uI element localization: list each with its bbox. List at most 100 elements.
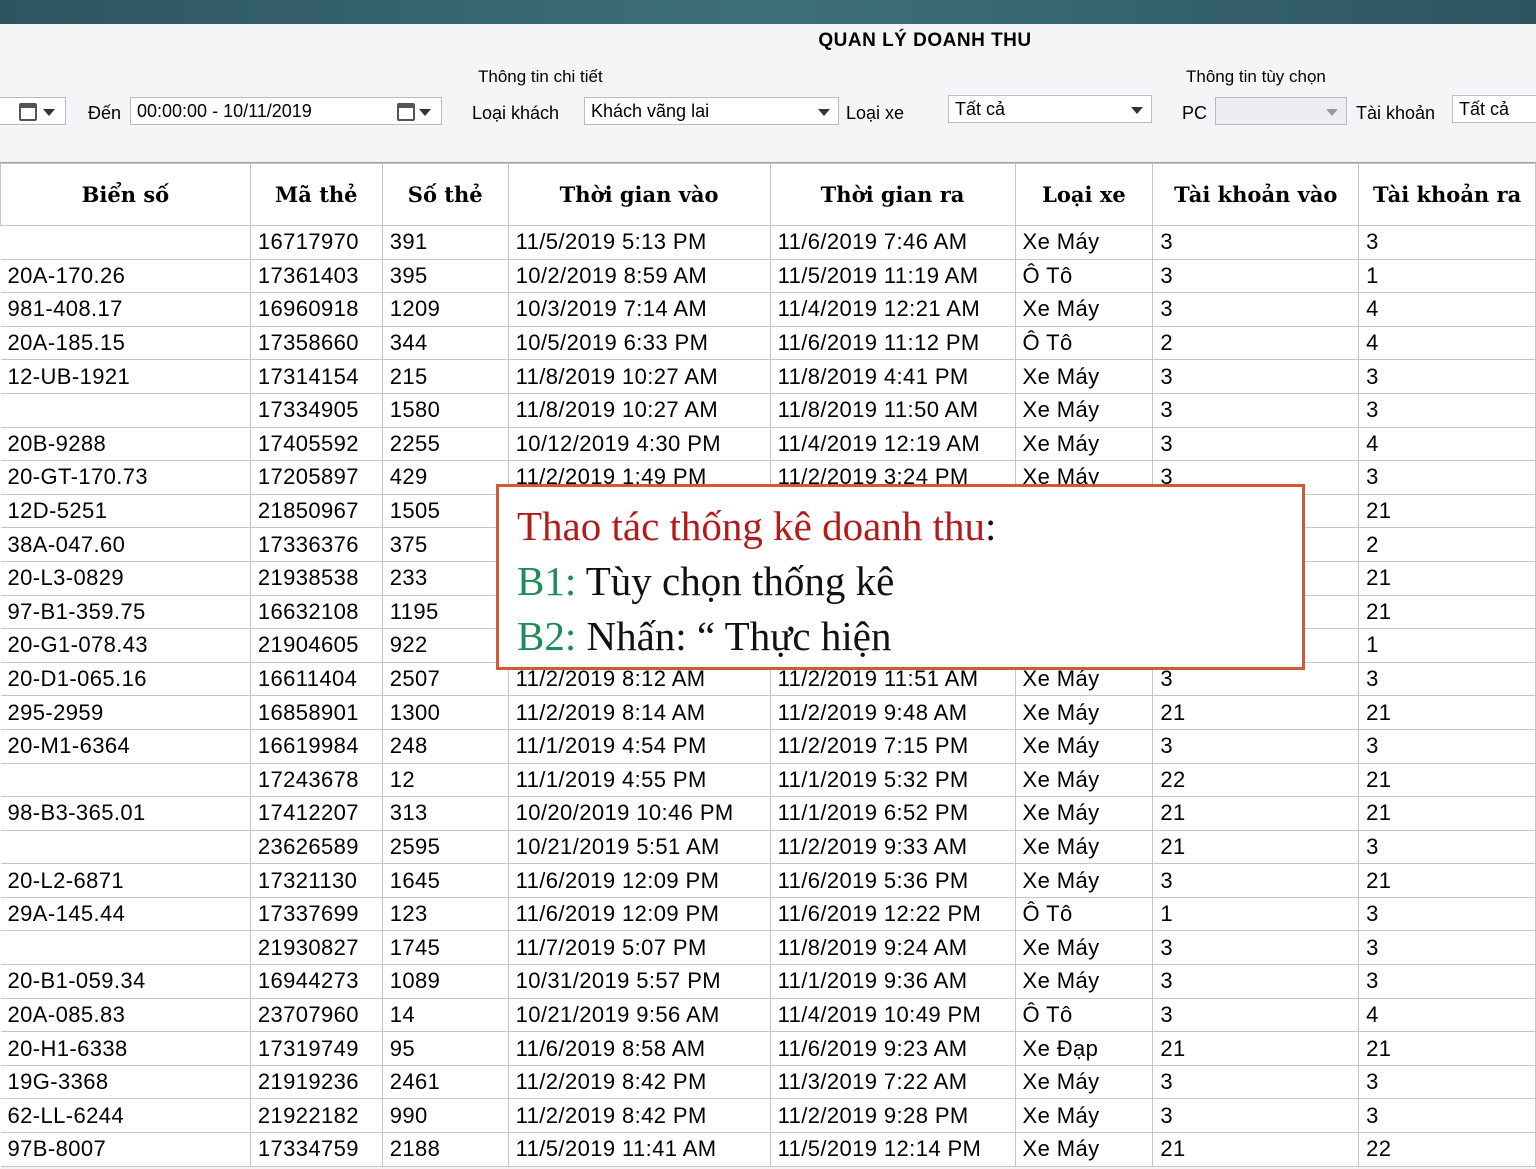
table-cell: 313 — [381, 796, 509, 831]
table-row[interactable]: 21930827 1745 11/7/2019 5:07 PM 11/8/2019 9… — [0, 930, 1536, 966]
table-row[interactable]: 20A-170.26 17361403 395 10/2/2019 8:59 AM 11… — [0, 258, 1536, 294]
table-cell: 11/1/2019 4:55 PM — [507, 762, 771, 798]
table-row[interactable]: 62-LL-6244 21922182 990 11/2/2019 8:42 PM 11… — [0, 1098, 1536, 1134]
table-cell: 344 — [381, 325, 509, 361]
table-cell: 11/5/2019 11:19 AM — [769, 258, 1016, 294]
account-select[interactable]: Tất cả — [1452, 95, 1536, 123]
table-cell: 20-L2-6871 — [0, 863, 251, 898]
table-cell: 981-408.17 — [0, 292, 251, 327]
table-row[interactable]: 295-2959 16858901 1300 11/2/2019 8:14 AM 11/… — [0, 695, 1536, 730]
table-cell: 12 — [381, 762, 509, 798]
to-date-picker[interactable]: 00:00:00 - 10/11/2019 — [130, 97, 442, 125]
table-cell: 1645 — [381, 863, 509, 898]
table-cell: 11/1/2019 4:54 PM — [507, 728, 771, 764]
chevron-down-icon — [818, 109, 830, 116]
table-row[interactable]: 12-UB-1921 17314154 215 11/8/2019 10:27 AM 1… — [0, 359, 1536, 394]
table-cell: 10/12/2019 4:30 PM — [507, 426, 771, 462]
column-header[interactable]: Loại xe — [1014, 163, 1154, 226]
table-cell: 1089 — [381, 964, 509, 999]
table-cell: 1 — [1358, 258, 1536, 294]
table-cell: 11/6/2019 12:09 PM — [507, 863, 771, 898]
table-cell: Xe Máy — [1014, 359, 1154, 394]
chevron-down-icon — [419, 109, 431, 116]
table-cell: 16858901 — [249, 695, 383, 730]
table-row[interactable]: 17334905 1580 11/8/2019 10:27 AM 11/8/2019 … — [0, 392, 1536, 428]
table-cell: 21922182 — [249, 1098, 383, 1134]
pc-select[interactable] — [1215, 97, 1347, 125]
table-row[interactable]: 97B-8007 17334759 2188 11/5/2019 11:41 AM 11… — [0, 1132, 1536, 1167]
table-cell: 11/1/2019 5:32 PM — [769, 762, 1016, 798]
table-row[interactable]: 16717970 391 11/5/2019 5:13 PM 11/6/2019 7:… — [0, 225, 1536, 260]
table-cell: 10/2/2019 8:59 AM — [507, 258, 771, 294]
table-cell: 11/8/2019 4:41 PM — [769, 359, 1016, 394]
table-row[interactable]: 23626589 2595 10/21/2019 5:51 AM 11/2/2019 … — [0, 829, 1536, 865]
table-cell: 21938538 — [249, 560, 383, 596]
table-row[interactable]: 29A-145.44 17337699 123 11/6/2019 12:09 PM 1… — [0, 896, 1536, 932]
table-cell: 10/3/2019 7:14 AM — [507, 292, 771, 327]
table-cell: 23707960 — [249, 997, 383, 1033]
table-cell: 21 — [1152, 1132, 1360, 1167]
table-cell: 16632108 — [249, 594, 383, 630]
table-row[interactable]: 19G-3368 21919236 2461 11/2/2019 8:42 PM 11/… — [0, 1064, 1536, 1100]
table-row[interactable]: 20A-185.15 17358660 344 10/5/2019 6:33 PM 11… — [0, 325, 1536, 361]
table-row[interactable]: 17243678 12 11/1/2019 4:55 PM 11/1/2019 5:3… — [0, 762, 1536, 798]
table-cell: 11/4/2019 10:49 PM — [769, 997, 1016, 1033]
table-row[interactable]: 20-H1-6338 17319749 95 11/6/2019 8:58 AM 11/… — [0, 1031, 1536, 1066]
customer-type-select[interactable]: Khách vãng lai — [584, 97, 839, 125]
table-row[interactable]: 20-B1-059.34 16944273 1089 10/31/2019 5:57 … — [0, 964, 1536, 999]
table-cell: 11/6/2019 11:12 PM — [769, 325, 1016, 361]
vehicle-type-select[interactable]: Tất cả — [948, 95, 1152, 123]
table-cell: 12D-5251 — [0, 493, 251, 529]
table-cell: 10/21/2019 9:56 AM — [507, 997, 771, 1033]
table-cell: 3 — [1152, 426, 1360, 462]
column-header[interactable]: Tài khoản ra — [1358, 163, 1536, 226]
column-header[interactable]: Tài khoản vào — [1152, 163, 1360, 226]
table-row[interactable]: 20-M1-6364 16619984 248 11/1/2019 4:54 PM 11… — [0, 728, 1536, 764]
table-cell: 1 — [1358, 628, 1536, 663]
table-cell: 29A-145.44 — [0, 896, 251, 932]
column-header[interactable]: Thời gian vào — [507, 163, 771, 226]
table-header-row: Biển số Mã thẻ Số thẻ Thời gian vào Thời… — [0, 163, 1536, 226]
table-cell: 3 — [1358, 460, 1536, 495]
table-cell: 11/8/2019 10:27 AM — [507, 392, 771, 428]
table-cell: 16611404 — [249, 661, 383, 697]
table-cell: Xe Máy — [1014, 829, 1154, 865]
table-cell: 20A-085.83 — [0, 997, 251, 1033]
table-cell: 3 — [1152, 863, 1360, 898]
column-header[interactable]: Thời gian ra — [769, 163, 1016, 226]
table-cell: 11/8/2019 11:50 AM — [769, 392, 1016, 428]
table-row[interactable]: 20B-9288 17405592 2255 10/12/2019 4:30 PM 11… — [0, 426, 1536, 462]
table-cell: 3 — [1358, 225, 1536, 260]
table-cell: 20B-9288 — [0, 426, 251, 462]
table-cell: 11/4/2019 12:19 AM — [769, 426, 1016, 462]
column-header[interactable]: Số thẻ — [381, 163, 509, 226]
table-cell: 21930827 — [249, 930, 383, 966]
detail-info-group-label: Thông tin chi tiết — [478, 67, 603, 86]
table-cell — [0, 762, 251, 798]
table-cell: 3 — [1152, 392, 1360, 428]
table-cell: 11/2/2019 9:28 PM — [769, 1098, 1016, 1134]
table-cell: 22 — [1152, 762, 1360, 798]
table-cell: 21 — [1358, 594, 1536, 630]
table-cell: Ô Tô — [1014, 997, 1154, 1033]
table-cell: 2 — [1152, 325, 1360, 361]
table-cell: 295-2959 — [0, 695, 251, 730]
table-cell: 95 — [381, 1031, 509, 1066]
table-row[interactable]: 20A-085.83 23707960 14 10/21/2019 9:56 AM 11… — [0, 997, 1536, 1033]
from-date-picker[interactable] — [0, 97, 66, 125]
table-cell: 11/6/2019 12:09 PM — [507, 896, 771, 932]
table-row[interactable]: 20-L2-6871 17321130 1645 11/6/2019 12:09 PM… — [0, 863, 1536, 898]
vehicle-type-label: Loại xe — [846, 103, 905, 123]
column-header[interactable]: Biển số — [0, 163, 251, 226]
table-cell: 11/2/2019 9:48 AM — [769, 695, 1016, 730]
table-cell: 97B-8007 — [0, 1132, 251, 1167]
table-cell: 22 — [1358, 1132, 1536, 1167]
table-cell: 4 — [1358, 325, 1536, 361]
table-row[interactable]: 98-B3-365.01 17412207 313 10/20/2019 10:46 … — [0, 796, 1536, 831]
table-cell: 20-M1-6364 — [0, 728, 251, 764]
table-cell: 11/5/2019 11:41 AM — [507, 1132, 771, 1167]
table-cell: 21 — [1358, 493, 1536, 529]
column-header[interactable]: Mã thẻ — [249, 163, 383, 226]
table-cell: 922 — [381, 628, 509, 663]
table-row[interactable]: 981-408.17 16960918 1209 10/3/2019 7:14 AM 1… — [0, 292, 1536, 327]
